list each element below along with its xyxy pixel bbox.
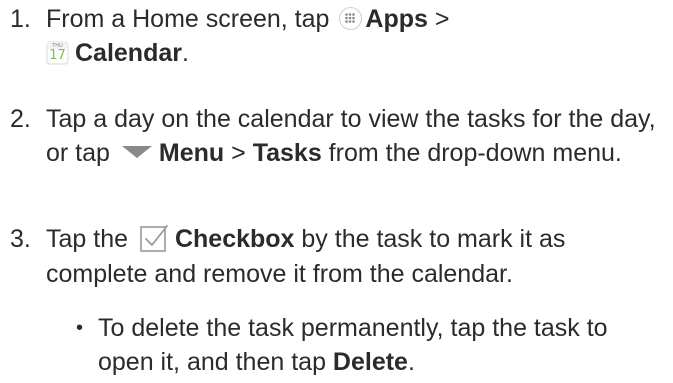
step-text-fragment: from the drop-down menu.: [328, 139, 622, 167]
step-text: Tap the Checkbox by the task to mark it …: [46, 222, 665, 291]
calendar-icon-day-number: 17: [49, 47, 66, 63]
step-text-fragment: Tap the: [46, 225, 129, 253]
bullet-item: • To delete the task permanently, tap th…: [76, 311, 665, 379]
calendar-label: Calendar: [75, 39, 182, 67]
step-text-fragment: >: [231, 139, 246, 167]
step-3: 3. Tap the Checkbox by the task to mark …: [10, 222, 665, 291]
step-number: 2.: [10, 105, 31, 133]
dropdown-triangle-icon: [121, 145, 153, 159]
delete-label: Delete: [332, 348, 408, 376]
bullet-text: To delete the task permanently, tap the …: [98, 311, 665, 379]
tasks-label: Tasks: [252, 139, 322, 167]
step-text-fragment: .: [181, 39, 189, 67]
step-text-fragment: >: [434, 5, 450, 33]
step-text-fragment: From a Home screen, tap: [46, 5, 330, 33]
step-1: 1. From a Home screen, tap Apps > THU 17…: [10, 2, 665, 70]
menu-label: Menu: [158, 139, 225, 167]
step-2: 2. Tap a day on the calendar to view the…: [10, 102, 665, 170]
step-text: From a Home screen, tap Apps > THU 17 Ca…: [46, 2, 665, 70]
checkbox-label: Checkbox: [174, 225, 295, 253]
calendar-icon: THU 17: [46, 40, 69, 65]
step-text: Tap a day on the calendar to view the ta…: [46, 102, 665, 170]
apps-grid-icon: [339, 6, 363, 30]
apps-label: Apps: [365, 5, 428, 33]
instructions-document: 1. From a Home screen, tap Apps > THU 17…: [0, 0, 673, 383]
bullet-marker: •: [76, 317, 84, 339]
bullet-text-fragment: .: [407, 348, 415, 376]
step-number: 3.: [10, 225, 31, 253]
step-number: 1.: [10, 5, 31, 33]
checkbox-icon: [139, 223, 169, 253]
